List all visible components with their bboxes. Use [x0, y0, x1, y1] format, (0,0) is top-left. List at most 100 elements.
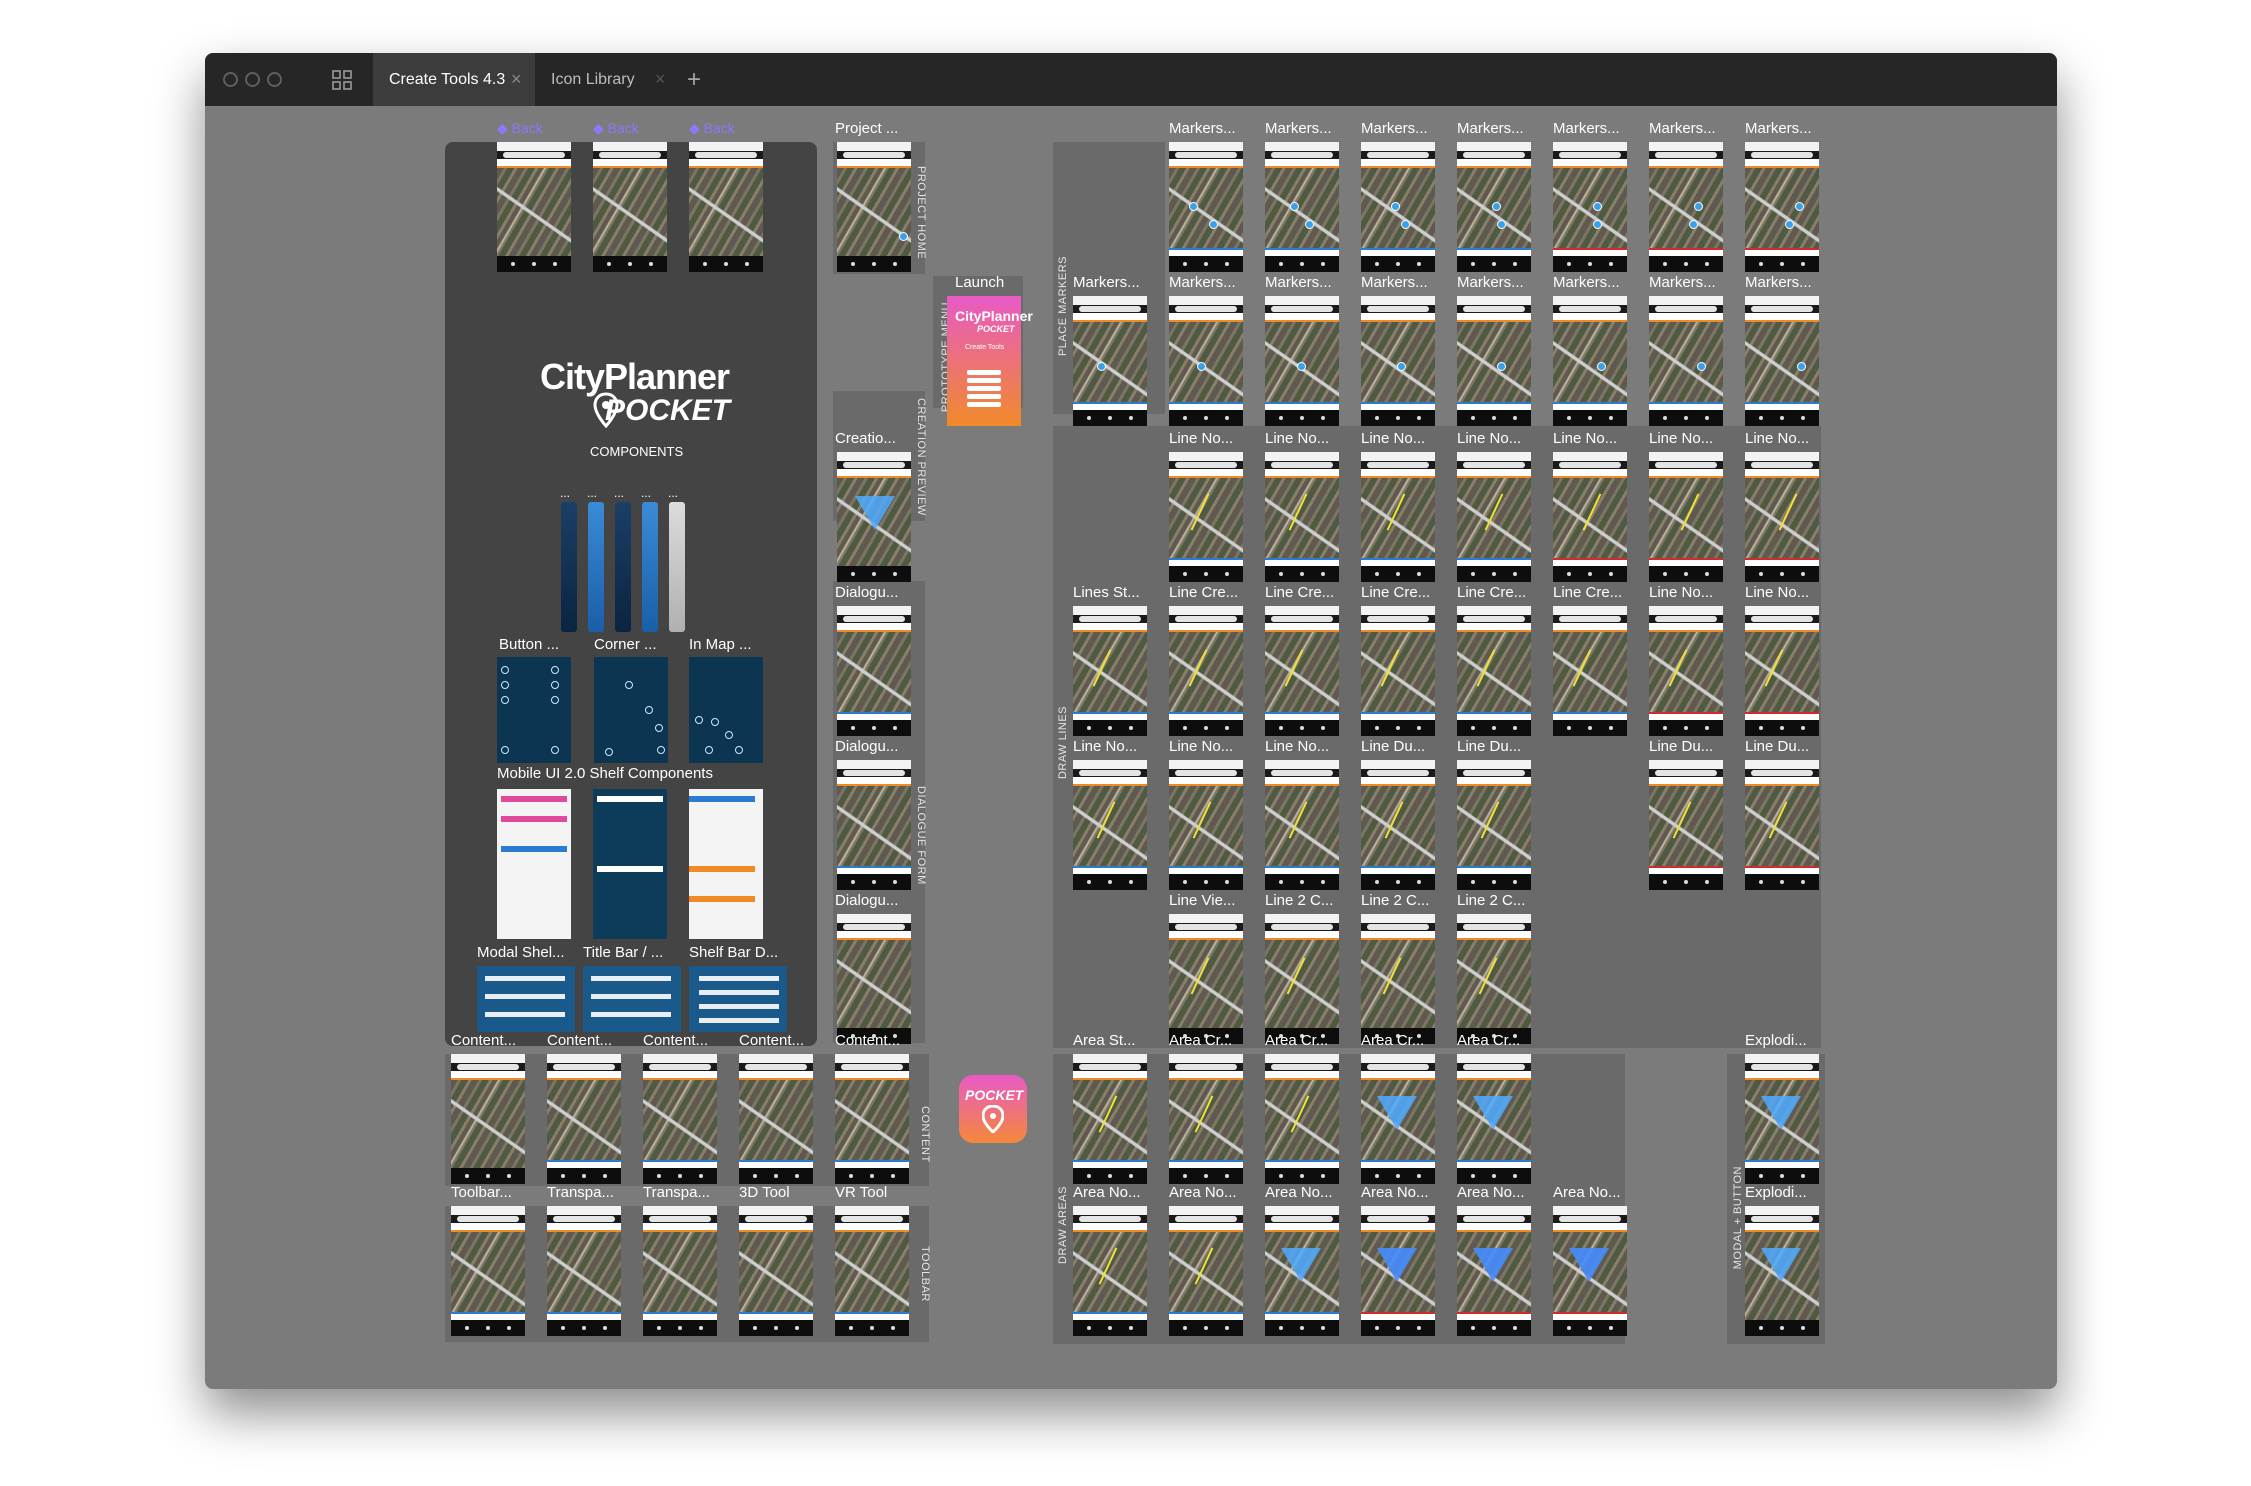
round-button-icon[interactable]: [501, 746, 509, 754]
vertical-shelf[interactable]: [561, 502, 577, 632]
shelf-component-card[interactable]: [497, 789, 571, 939]
round-button-icon[interactable]: [657, 746, 665, 754]
pocket-app-icon[interactable]: POCKET: [959, 1075, 1027, 1143]
close-window-icon[interactable]: [223, 72, 238, 87]
phone-frame[interactable]: [1457, 760, 1531, 890]
phone-frame[interactable]: [1265, 452, 1339, 582]
menu-item[interactable]: [967, 394, 1001, 399]
phone-frame[interactable]: [1265, 760, 1339, 890]
round-button-icon[interactable]: [625, 681, 633, 689]
round-button-icon[interactable]: [551, 681, 559, 689]
phone-frame[interactable]: [1265, 1206, 1339, 1336]
phone-frame[interactable]: [1649, 760, 1723, 890]
phone-frame[interactable]: [1073, 1054, 1147, 1184]
menu-item[interactable]: [967, 370, 1001, 375]
back-link[interactable]: ◆ Back: [497, 120, 543, 137]
phone-frame[interactable]: [837, 142, 911, 272]
phone-frame[interactable]: [1361, 1054, 1435, 1184]
phone-frame[interactable]: [1649, 296, 1723, 426]
phone-frame[interactable]: [1457, 606, 1531, 736]
close-tab-icon[interactable]: ×: [511, 53, 522, 106]
minimize-window-icon[interactable]: [245, 72, 260, 87]
phone-frame[interactable]: [1361, 452, 1435, 582]
phone-frame[interactable]: [643, 1054, 717, 1184]
phone-frame[interactable]: [1361, 914, 1435, 1044]
shelf-component-card[interactable]: [593, 789, 667, 939]
round-button-icon[interactable]: [725, 731, 733, 739]
phone-frame[interactable]: [1649, 452, 1723, 582]
phone-frame[interactable]: [837, 452, 911, 582]
vertical-shelf[interactable]: [588, 502, 604, 632]
round-button-icon[interactable]: [735, 746, 743, 754]
phone-frame[interactable]: [1457, 1206, 1531, 1336]
round-button-icon[interactable]: [501, 666, 509, 674]
phone-frame[interactable]: [1073, 296, 1147, 426]
back-link[interactable]: ◆ Back: [593, 120, 639, 137]
phone-frame[interactable]: [1745, 1206, 1819, 1336]
phone-frame[interactable]: [1073, 1206, 1147, 1336]
phone-frame[interactable]: [689, 142, 763, 272]
phone-frame[interactable]: [643, 1206, 717, 1336]
phone-frame[interactable]: [451, 1206, 525, 1336]
phone-frame[interactable]: [1553, 142, 1627, 272]
phone-frame[interactable]: [1265, 296, 1339, 426]
phone-frame[interactable]: [1169, 760, 1243, 890]
phone-frame[interactable]: [1745, 1054, 1819, 1184]
round-button-icon[interactable]: [551, 666, 559, 674]
phone-frame[interactable]: [1169, 452, 1243, 582]
phone-frame[interactable]: [1265, 914, 1339, 1044]
phone-frame[interactable]: [1265, 1054, 1339, 1184]
phone-frame[interactable]: [1553, 606, 1627, 736]
phone-frame[interactable]: [1073, 760, 1147, 890]
round-button-icon[interactable]: [551, 746, 559, 754]
phone-frame[interactable]: [1457, 452, 1531, 582]
phone-frame[interactable]: [547, 1054, 621, 1184]
phone-frame[interactable]: [1361, 296, 1435, 426]
phone-frame[interactable]: [451, 1054, 525, 1184]
round-button-icon[interactable]: [645, 706, 653, 714]
phone-frame[interactable]: [1169, 296, 1243, 426]
phone-frame[interactable]: [1457, 142, 1531, 272]
vertical-shelf[interactable]: [615, 502, 631, 632]
phone-frame[interactable]: [739, 1054, 813, 1184]
phone-frame[interactable]: [593, 142, 667, 272]
round-button-icon[interactable]: [501, 681, 509, 689]
phone-frame[interactable]: [1169, 606, 1243, 736]
phone-frame[interactable]: [1169, 1054, 1243, 1184]
phone-frame[interactable]: [835, 1206, 909, 1336]
phone-frame[interactable]: [1361, 606, 1435, 736]
round-button-icon[interactable]: [605, 748, 613, 756]
round-button-icon[interactable]: [695, 716, 703, 724]
back-link[interactable]: ◆ Back: [689, 120, 735, 137]
phone-frame[interactable]: [1745, 296, 1819, 426]
grid-icon[interactable]: [331, 69, 353, 91]
phone-frame[interactable]: [837, 760, 911, 890]
phone-frame[interactable]: [739, 1206, 813, 1336]
menu-item[interactable]: [967, 378, 1001, 383]
phone-frame[interactable]: [1169, 914, 1243, 1044]
phone-frame[interactable]: [1745, 606, 1819, 736]
design-canvas[interactable]: ◆ Back ◆ Back ◆ Back CityPlanner POCKET …: [205, 106, 2057, 1389]
phone-frame[interactable]: [1745, 142, 1819, 272]
round-button-icon[interactable]: [551, 696, 559, 704]
phone-frame[interactable]: [1553, 1206, 1627, 1336]
phone-frame[interactable]: [1169, 142, 1243, 272]
phone-frame[interactable]: [497, 142, 571, 272]
phone-frame[interactable]: [1457, 914, 1531, 1044]
phone-frame[interactable]: [1265, 142, 1339, 272]
close-tab-icon[interactable]: ×: [655, 53, 666, 106]
phone-frame[interactable]: [1553, 452, 1627, 582]
new-tab-button[interactable]: +: [687, 53, 701, 106]
in-map-component[interactable]: [689, 657, 763, 763]
round-button-icon[interactable]: [501, 696, 509, 704]
phone-frame[interactable]: [1361, 760, 1435, 890]
vertical-shelf[interactable]: [669, 502, 685, 632]
tab-icon-library[interactable]: Icon Library ×: [535, 53, 675, 106]
round-button-icon[interactable]: [711, 718, 719, 726]
round-button-icon[interactable]: [655, 724, 663, 732]
round-button-icon[interactable]: [705, 746, 713, 754]
phone-frame[interactable]: [1457, 296, 1531, 426]
tab-create-tools[interactable]: Create Tools 4.3 ×: [373, 53, 535, 106]
launch-frame[interactable]: CityPlanner POCKET Create Tools: [947, 296, 1033, 426]
phone-frame[interactable]: [1745, 452, 1819, 582]
